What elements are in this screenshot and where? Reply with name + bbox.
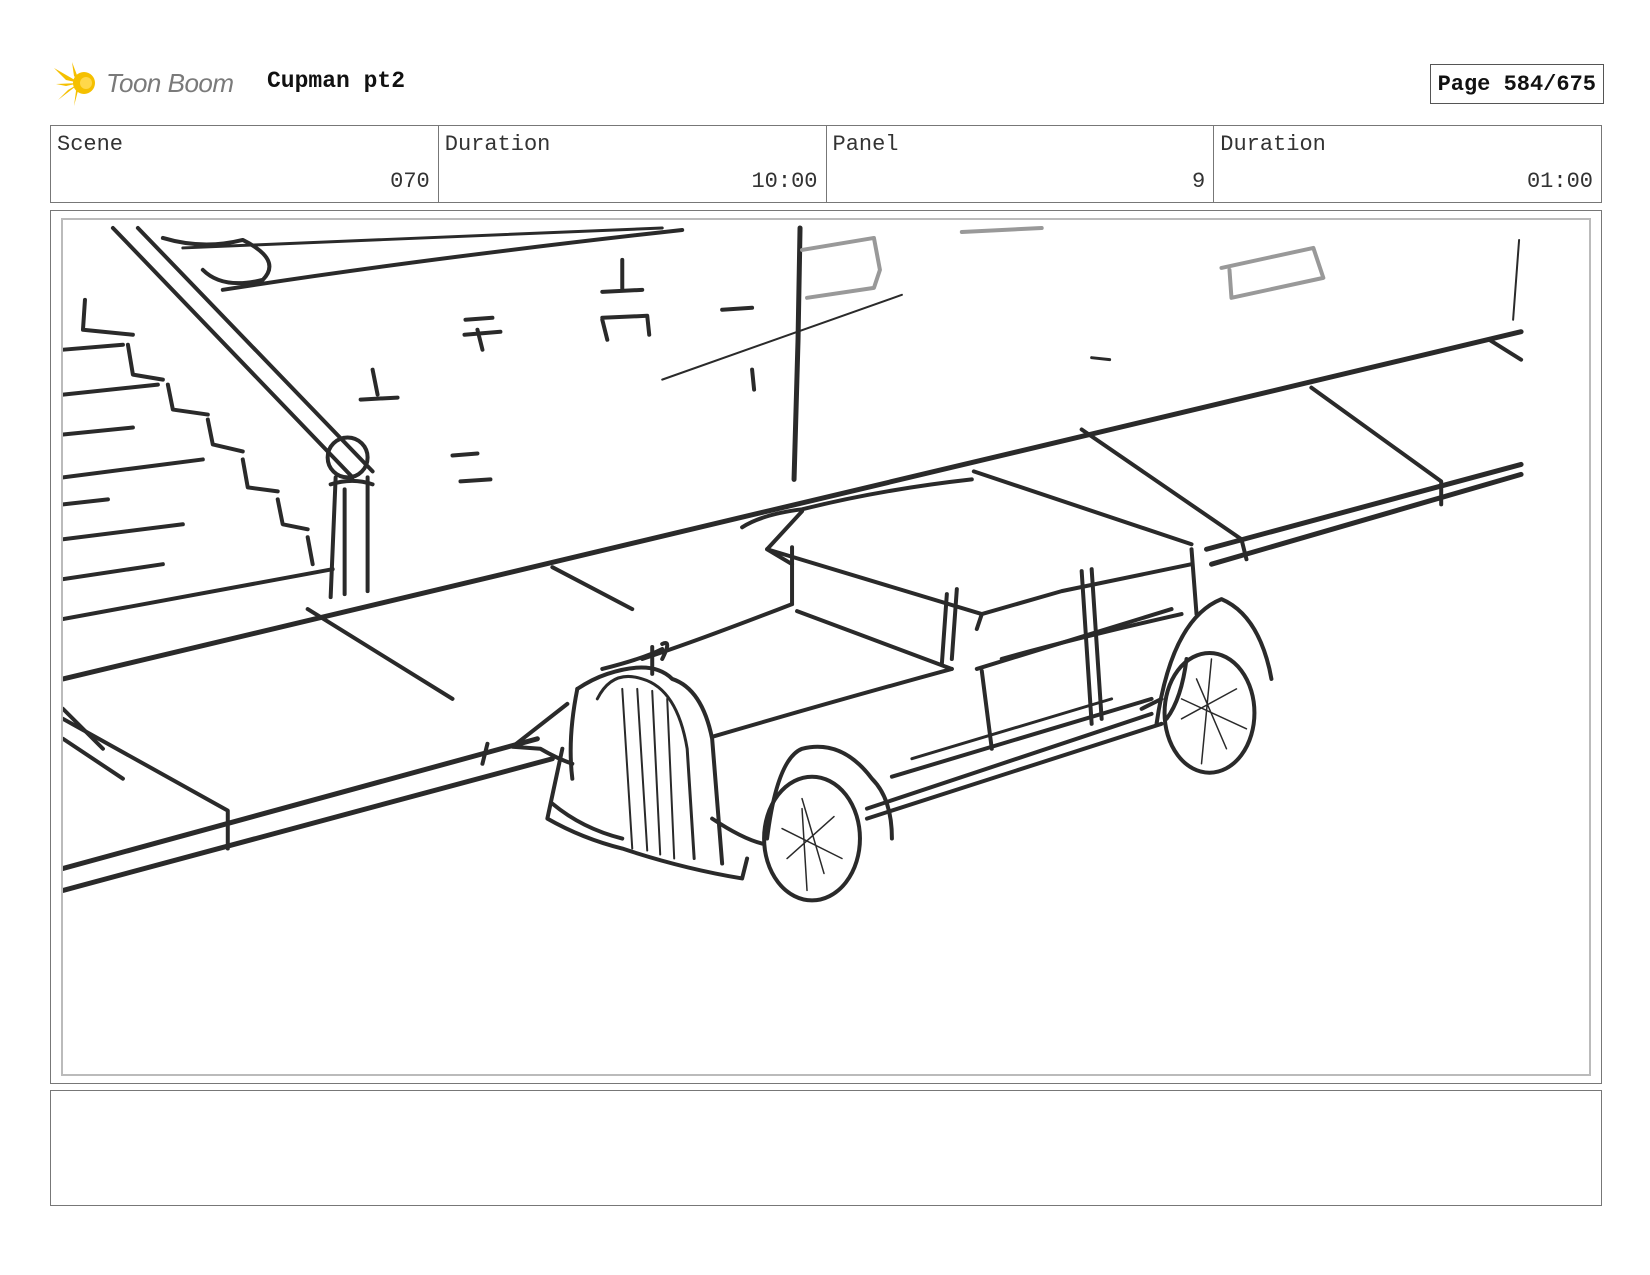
document-title: Cupman pt2 xyxy=(267,68,406,94)
panel-duration-label: Duration xyxy=(1220,132,1326,157)
scene-duration-label: Duration xyxy=(444,132,551,157)
scene-value: 070 xyxy=(390,169,430,194)
scene-cell: Scene 070 xyxy=(51,126,439,202)
scene-duration-cell: Duration 10:00 xyxy=(439,126,827,202)
sketch-drawing xyxy=(63,225,1524,903)
panel-value: 9 xyxy=(1192,169,1206,194)
storyboard-header: Toon Boom Cupman pt2 Page 584/675 xyxy=(52,58,1604,108)
page-indicator: Page 584/675 xyxy=(1429,64,1604,104)
scene-label: Scene xyxy=(57,132,124,157)
panel-duration-cell: Duration 01:00 xyxy=(1214,126,1601,202)
panel-frame xyxy=(50,210,1602,1084)
notes-box xyxy=(50,1090,1602,1206)
logo-text: Toon Boom xyxy=(106,67,234,98)
panel-duration-value: 01:00 xyxy=(1526,169,1593,194)
scene-info-row: Scene 070 Duration 10:00 Panel 9 Duratio… xyxy=(50,125,1602,203)
scene-duration-value: 10:00 xyxy=(751,169,818,194)
panel-label: Panel xyxy=(832,132,899,157)
panel-image-area xyxy=(61,218,1591,1076)
starburst-icon xyxy=(54,62,95,106)
toon-boom-logo: Toon Boom xyxy=(52,58,252,108)
panel-cell: Panel 9 xyxy=(827,126,1215,202)
